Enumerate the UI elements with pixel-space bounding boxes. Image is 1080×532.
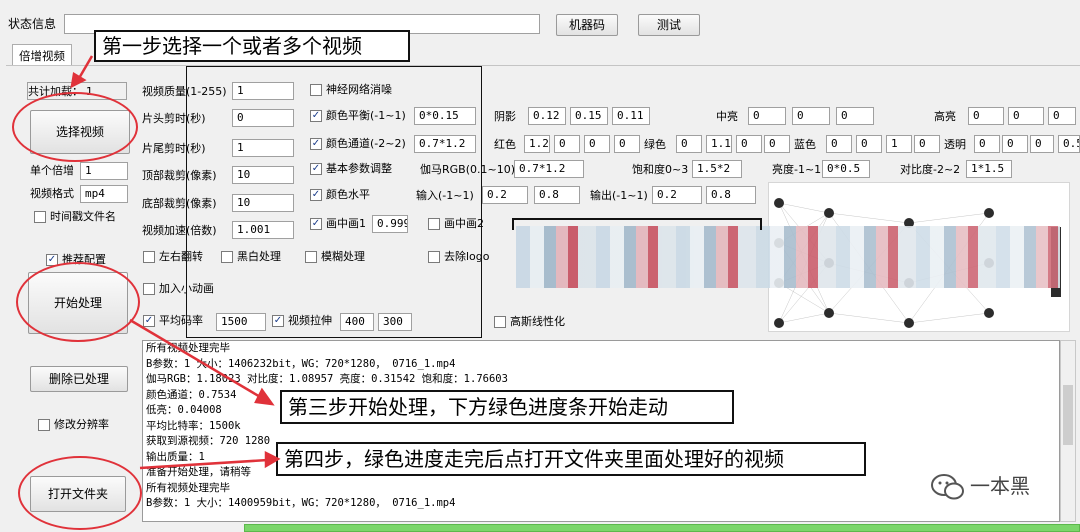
wechat-icon	[931, 474, 964, 500]
annotation-arrows	[70, 55, 281, 470]
watermark: 一本黑	[930, 470, 1050, 504]
watermark-text: 一本黑	[970, 474, 1030, 498]
